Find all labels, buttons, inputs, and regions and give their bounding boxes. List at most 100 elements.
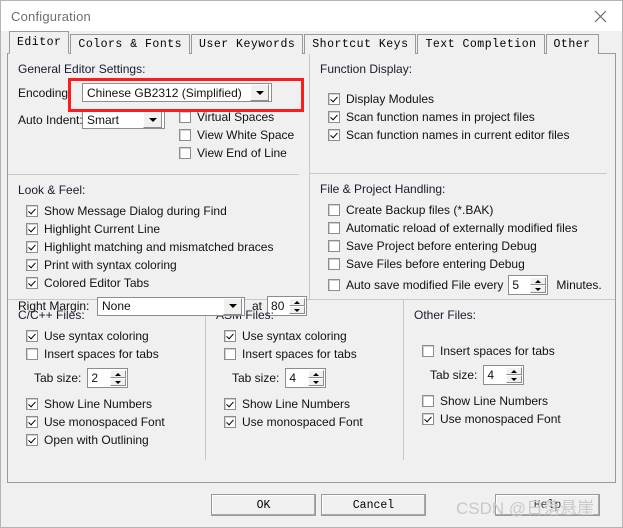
checkbox-box[interactable] <box>224 330 236 342</box>
checkbox-box[interactable] <box>26 416 38 428</box>
encoding-combobox[interactable]: Chinese GB2312 (Simplified) <box>82 83 272 102</box>
checkbox-box[interactable] <box>328 258 340 270</box>
right-margin-combobox[interactable]: None <box>97 296 245 316</box>
checkbox-label: Virtual Spaces <box>197 110 275 124</box>
tab-text-completion[interactable]: Text Completion <box>417 33 545 54</box>
checkbox-box[interactable] <box>179 111 191 123</box>
checkbox-box[interactable] <box>422 395 434 407</box>
checkbox-box[interactable] <box>422 413 434 425</box>
checkbox-box[interactable] <box>26 223 38 235</box>
asm-tab-size-label: Tab size: <box>232 371 280 385</box>
tab-shortcut-keys[interactable]: Shortcut Keys <box>304 33 417 54</box>
checkbox-view-end-of-line[interactable]: View End of Line <box>179 146 294 160</box>
checkbox-box[interactable] <box>26 259 38 271</box>
auto-indent-combobox[interactable]: Smart <box>82 110 165 129</box>
checkbox-box[interactable] <box>328 111 340 123</box>
checkbox-label: Show Message Dialog during Find <box>44 204 227 218</box>
checkbox-box[interactable] <box>328 204 340 216</box>
checkbox-other-use-monospaced-font[interactable]: Use monospaced Font <box>422 412 615 426</box>
checkbox-box[interactable] <box>328 240 340 252</box>
checkbox-box[interactable] <box>224 398 236 410</box>
checkbox-label: Highlight matching and mismatched braces <box>44 240 274 254</box>
checkbox-box[interactable] <box>224 416 236 428</box>
checkbox-c-use-monospaced-font[interactable]: Use monospaced Font <box>26 415 205 429</box>
asm-tab-size-stepper[interactable]: 4 <box>285 368 327 388</box>
checkbox-box[interactable] <box>179 147 191 159</box>
auto-indent-row: Auto Indent: Smart Virtual Spaces View W… <box>18 110 309 164</box>
checkbox-box[interactable] <box>26 348 38 360</box>
left-column: General Editor Settings: Encoding: Chine… <box>8 54 309 316</box>
checkbox-automatic-reload-externally-modified[interactable]: Automatic reload of externally modified … <box>328 221 615 235</box>
checkbox-box[interactable] <box>179 129 191 141</box>
stepper-down-icon[interactable] <box>308 378 325 386</box>
right-margin-value: None <box>102 299 131 313</box>
stepper-up-icon[interactable] <box>506 367 523 375</box>
checkbox-scan-function-names-current-editor-files[interactable]: Scan function names in current editor fi… <box>328 128 615 142</box>
tab-colors-and-fonts[interactable]: Colors & Fonts <box>70 33 191 54</box>
checkbox-box[interactable] <box>328 222 340 234</box>
checkbox-print-with-syntax-coloring[interactable]: Print with syntax coloring <box>26 258 309 272</box>
checkbox-c-open-with-outlining[interactable]: Open with Outlining <box>26 433 205 447</box>
auto-save-interval-stepper[interactable]: 5 <box>508 275 549 295</box>
checkbox-label: Scan function names in current editor fi… <box>346 128 570 142</box>
checkbox-box[interactable] <box>26 398 38 410</box>
checkbox-box[interactable] <box>224 348 236 360</box>
checkbox-show-message-dialog-during-find[interactable]: Show Message Dialog during Find <box>26 204 309 218</box>
checkbox-box[interactable] <box>422 345 434 357</box>
checkbox-label: View End of Line <box>197 146 287 160</box>
checkbox-asm-use-monospaced-font[interactable]: Use monospaced Font <box>224 415 403 429</box>
checkbox-display-modules[interactable]: Display Modules <box>328 92 615 106</box>
checkbox-label: Insert spaces for tabs <box>440 344 555 358</box>
checkbox-save-project-before-debug[interactable]: Save Project before entering Debug <box>328 239 615 253</box>
asm-files-column: ASM Files: Use syntax coloring Insert sp… <box>205 300 403 460</box>
checkbox-box[interactable] <box>26 277 38 289</box>
close-icon[interactable] <box>578 1 622 31</box>
other-tab-size-label: Tab size: <box>430 368 478 382</box>
tab-user-keywords[interactable]: User Keywords <box>191 33 304 54</box>
checkbox-auto-save-modified-file[interactable]: Auto save modified File every 5 Minutes. <box>328 275 615 295</box>
checkbox-colored-editor-tabs[interactable]: Colored Editor Tabs <box>26 276 309 290</box>
stepper-down-icon[interactable] <box>506 375 523 383</box>
checkbox-c-show-line-numbers[interactable]: Show Line Numbers <box>26 397 205 411</box>
checkbox-box[interactable] <box>328 279 340 291</box>
checkbox-c-insert-spaces-for-tabs[interactable]: Insert spaces for tabs <box>26 347 205 361</box>
checkbox-box[interactable] <box>26 330 38 342</box>
checkbox-other-insert-spaces-for-tabs[interactable]: Insert spaces for tabs <box>422 344 615 358</box>
stepper-up-icon[interactable] <box>110 370 127 378</box>
checkbox-view-white-space[interactable]: View White Space <box>179 128 294 142</box>
checkbox-box[interactable] <box>328 93 340 105</box>
checkbox-save-files-before-debug[interactable]: Save Files before entering Debug <box>328 257 615 271</box>
checkbox-box[interactable] <box>26 241 38 253</box>
stepper-up-icon[interactable] <box>530 277 547 285</box>
help-button[interactable]: Help <box>495 494 600 516</box>
tab-editor[interactable]: Editor <box>9 30 70 54</box>
chevron-down-icon[interactable] <box>143 111 162 128</box>
chevron-down-icon[interactable] <box>250 84 269 101</box>
other-tab-size-value: 4 <box>487 368 495 382</box>
checkbox-virtual-spaces[interactable]: Virtual Spaces <box>179 110 294 124</box>
stepper-up-icon[interactable] <box>308 370 325 378</box>
encoding-row: Encoding: Chinese GB2312 (Simplified) <box>18 83 309 102</box>
checkbox-box[interactable] <box>328 129 340 141</box>
checkbox-scan-function-names-project-files[interactable]: Scan function names in project files <box>328 110 615 124</box>
stepper-down-icon[interactable] <box>110 378 127 386</box>
checkbox-box[interactable] <box>26 205 38 217</box>
checkbox-box[interactable] <box>26 434 38 446</box>
checkbox-other-show-line-numbers[interactable]: Show Line Numbers <box>422 394 615 408</box>
stepper-down-icon[interactable] <box>530 285 547 293</box>
other-tab-size-stepper[interactable]: 4 <box>483 365 525 385</box>
tab-other[interactable]: Other <box>545 33 599 54</box>
checkbox-asm-show-line-numbers[interactable]: Show Line Numbers <box>224 397 403 411</box>
checkbox-asm-insert-spaces-for-tabs[interactable]: Insert spaces for tabs <box>224 347 403 361</box>
c-tab-size-stepper[interactable]: 2 <box>87 368 129 388</box>
checkbox-highlight-current-line[interactable]: Highlight Current Line <box>26 222 309 236</box>
checkbox-asm-use-syntax-coloring[interactable]: Use syntax coloring <box>224 329 403 343</box>
checkbox-highlight-matching-braces[interactable]: Highlight matching and mismatched braces <box>26 240 309 254</box>
ok-button[interactable]: OK <box>211 494 316 516</box>
chevron-down-icon[interactable] <box>223 297 242 315</box>
cancel-button[interactable]: Cancel <box>321 494 426 516</box>
checkbox-label: Use monospaced Font <box>44 415 165 429</box>
auto-save-minutes-label: Minutes. <box>556 278 602 292</box>
checkbox-c-use-syntax-coloring[interactable]: Use syntax coloring <box>26 329 205 343</box>
checkbox-create-backup-files[interactable]: Create Backup files (*.BAK) <box>328 203 615 217</box>
